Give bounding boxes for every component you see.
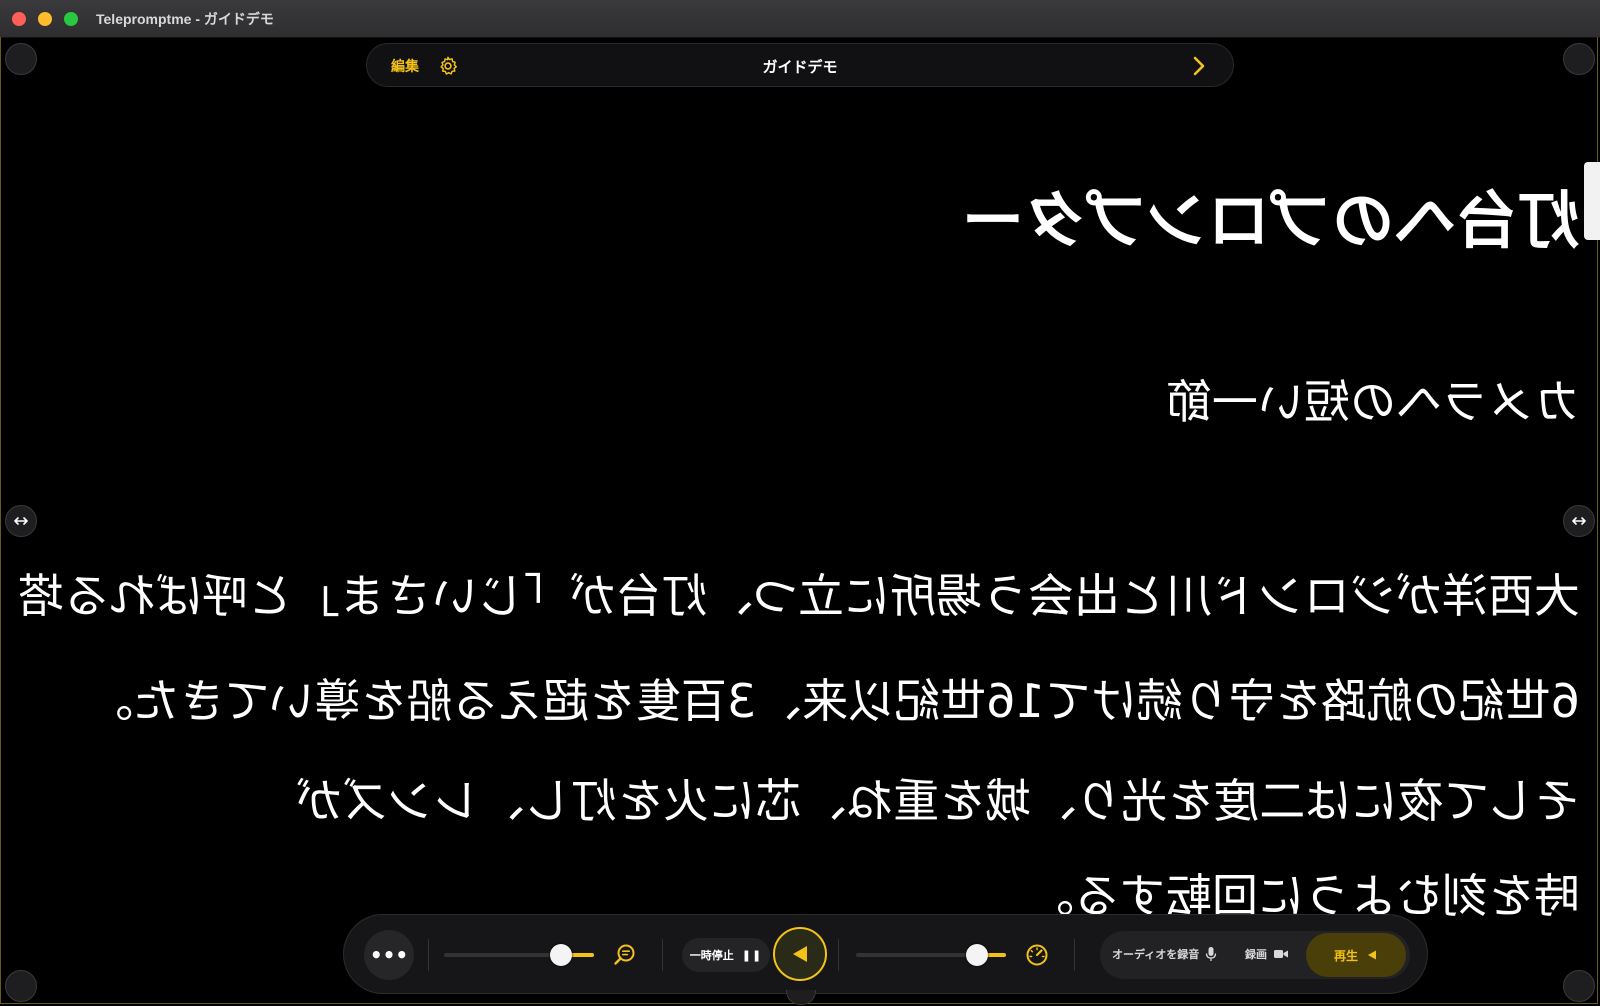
pause-button[interactable]: 一時停止 ❚❚ bbox=[682, 938, 770, 972]
video-camera-icon bbox=[1274, 950, 1288, 958]
divider bbox=[838, 939, 839, 971]
document-title: ガイドデモ bbox=[762, 58, 838, 76]
script-body-line-2: 6世紀の航路を守り続けて16世紀以来、3百隻を超える船を導いてきた。 bbox=[87, 674, 1580, 728]
zoom-window-button[interactable] bbox=[64, 12, 78, 26]
microphone-icon bbox=[1206, 947, 1217, 961]
divider bbox=[662, 939, 663, 971]
play-direction-button[interactable] bbox=[773, 927, 827, 981]
script-body-line-3: そして夜には二度を光り、城を重ね、芯に火を灯し、レンズが bbox=[296, 774, 1580, 828]
window-titlebar: Telepromptme - ガイドデモ bbox=[0, 0, 1600, 38]
resize-handle-bottom-right[interactable] bbox=[1563, 970, 1595, 1002]
pause-label: 一時停止 bbox=[689, 949, 734, 962]
recording-controls-group: オーディオを録音 録画 再生 bbox=[1100, 931, 1410, 979]
play-label: 再生 bbox=[1333, 948, 1358, 963]
gear-icon[interactable] bbox=[437, 55, 459, 77]
script-subtitle-line: カメラへの短い一節 bbox=[1166, 375, 1580, 429]
play-left-icon bbox=[1368, 950, 1376, 960]
edit-button[interactable]: 編集 bbox=[391, 56, 419, 76]
record-audio-button[interactable]: オーディオを録音 bbox=[1112, 946, 1217, 962]
mirrored-script-area[interactable]: 灯台へのプロンプター カメラへの短い一節 大西洋がジロンド川と出会う場所に立つ、… bbox=[20, 150, 1580, 920]
play-button[interactable]: 再生 bbox=[1306, 933, 1406, 977]
record-video-label: 録画 bbox=[1245, 948, 1267, 961]
playback-control-bar: ••• 一時停止 ❚❚ オーディオを録音 録画 再生 bbox=[343, 914, 1428, 994]
scroll-speed-slider[interactable] bbox=[856, 944, 1006, 966]
window-title: Telepromptme - ガイドデモ bbox=[96, 11, 274, 27]
more-options-button[interactable]: ••• bbox=[364, 930, 414, 980]
pause-icon: ❚❚ bbox=[741, 948, 763, 962]
more-options-label: ••• bbox=[369, 943, 409, 967]
script-body-line-4: 時を刻むように回転する。 bbox=[1028, 869, 1580, 920]
text-size-slider[interactable] bbox=[444, 944, 594, 966]
slider-knob[interactable] bbox=[550, 944, 572, 966]
script-title-line: 灯台へのプロンプター bbox=[961, 184, 1580, 257]
resize-handle-bottom-left[interactable] bbox=[5, 970, 37, 1002]
zoom-text-icon[interactable] bbox=[612, 942, 638, 968]
divider bbox=[1074, 939, 1075, 971]
chevron-right-icon[interactable] bbox=[1187, 54, 1211, 78]
resize-handle-top-right[interactable] bbox=[1563, 43, 1595, 75]
record-audio-label: オーディオを録音 bbox=[1112, 948, 1200, 961]
resize-handle-top-left[interactable] bbox=[5, 43, 37, 75]
minimize-window-button[interactable] bbox=[38, 12, 52, 26]
close-window-button[interactable] bbox=[12, 12, 26, 26]
bottom-resize-handle[interactable] bbox=[786, 990, 816, 1005]
scroll-position-indicator[interactable] bbox=[1584, 162, 1600, 240]
script-header-bar: 編集 ガイドデモ bbox=[366, 43, 1234, 87]
triangle-left-icon bbox=[793, 946, 807, 962]
speedometer-icon[interactable] bbox=[1024, 942, 1050, 968]
slider-knob[interactable] bbox=[966, 944, 988, 966]
record-video-button[interactable]: 録画 bbox=[1245, 946, 1289, 962]
divider bbox=[428, 939, 429, 971]
script-body-line-1: 大西洋がジロンド川と出会う場所に立つ、灯台が「じいさま」と呼ばれる塔。 bbox=[20, 569, 1580, 623]
